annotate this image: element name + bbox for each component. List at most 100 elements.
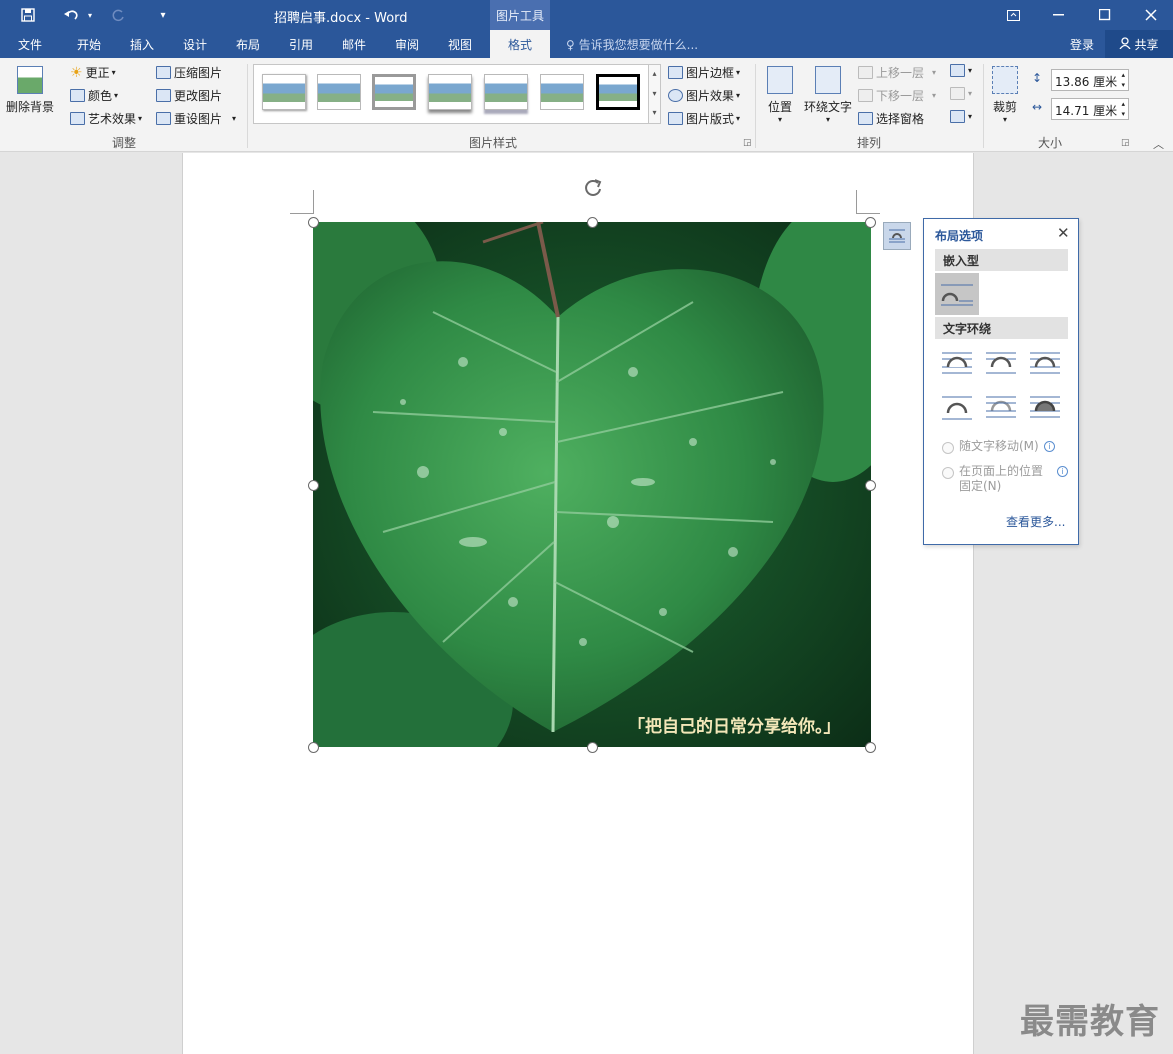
gallery-more-icon[interactable]: ▾ xyxy=(649,105,660,123)
bring-forward-button[interactable]: 上移一层 ▾ xyxy=(858,64,936,81)
rotate-handle-icon[interactable] xyxy=(582,177,604,199)
tab-mailings[interactable]: 邮件 xyxy=(330,30,378,58)
tab-view[interactable]: 视图 xyxy=(436,30,484,58)
group-label-arrange: 排列 xyxy=(857,136,882,150)
fix-position-radio[interactable] xyxy=(942,467,954,479)
artistic-effects-button[interactable]: 艺术效果 ▾ xyxy=(70,110,142,127)
undo-dropdown-icon[interactable]: ▾ xyxy=(84,0,96,30)
redo-icon[interactable] xyxy=(106,0,130,30)
undo-icon[interactable] xyxy=(58,0,84,30)
style-thumb[interactable] xyxy=(317,74,361,110)
change-picture-button[interactable]: 更改图片 xyxy=(156,87,222,104)
resize-handle-top[interactable] xyxy=(587,217,598,228)
layout-options-title: 布局选项 xyxy=(935,229,984,243)
compress-icon xyxy=(156,66,171,79)
picture-caption: 「把自己的日常分享给你。」 xyxy=(628,717,841,737)
move-with-text-label: 随文字移动(M) xyxy=(959,439,1039,453)
wrap-top-bottom-option[interactable] xyxy=(940,391,974,423)
wrap-behind-text-option[interactable] xyxy=(984,391,1018,423)
color-icon xyxy=(70,89,85,102)
resize-handle-bottom-right[interactable] xyxy=(865,742,876,753)
style-thumb[interactable] xyxy=(372,74,416,110)
picture-border-button[interactable]: 图片边框 ▾ xyxy=(668,64,740,81)
height-field[interactable]: 13.86 厘米 ▴ ▾ xyxy=(1051,69,1129,91)
person-icon xyxy=(1119,36,1132,52)
wrap-in-front-option[interactable] xyxy=(1028,391,1062,423)
resize-handle-top-left[interactable] xyxy=(308,217,319,228)
remove-background-button[interactable]: 删除背景 xyxy=(6,66,54,115)
wrap-square-option[interactable] xyxy=(940,347,974,379)
picture-styles-gallery[interactable] xyxy=(253,64,649,124)
style-thumb[interactable] xyxy=(262,74,306,110)
resize-handle-bottom-left[interactable] xyxy=(308,742,319,753)
info-icon[interactable]: i xyxy=(1057,466,1068,477)
style-thumb[interactable] xyxy=(428,74,472,110)
customize-qat-icon[interactable]: ▾ xyxy=(152,0,174,30)
tab-design[interactable]: 设计 xyxy=(171,30,219,58)
rotate-icon[interactable]: ▾ xyxy=(950,110,972,123)
selected-picture[interactable]: 「把自己的日常分享给你。」 xyxy=(313,222,871,747)
share-label: 共享 xyxy=(1134,37,1159,52)
close-icon[interactable] xyxy=(1128,0,1173,30)
resize-handle-bottom[interactable] xyxy=(587,742,598,753)
resize-handle-top-right[interactable] xyxy=(865,217,876,228)
wrap-text-button[interactable]: 环绕文字 ▾ xyxy=(804,66,852,124)
send-backward-button[interactable]: 下移一层 ▾ xyxy=(858,87,936,104)
gallery-down-icon[interactable]: ▾ xyxy=(649,85,660,105)
minimize-icon[interactable] xyxy=(1036,0,1082,30)
leaf-photo xyxy=(313,222,871,747)
tab-review[interactable]: 审阅 xyxy=(383,30,431,58)
reset-picture-icon xyxy=(156,112,171,125)
resize-handle-left[interactable] xyxy=(308,480,319,491)
move-with-text-radio[interactable] xyxy=(942,442,954,454)
tab-file[interactable]: 文件 xyxy=(8,30,52,58)
reset-picture-button[interactable]: 重设图片 ▾ xyxy=(156,110,236,127)
tell-me-box[interactable]: ♀ 告诉我您想要做什么... xyxy=(566,36,698,53)
info-icon[interactable]: i xyxy=(1044,441,1055,452)
picture-layout-button[interactable]: 图片版式 ▾ xyxy=(668,110,740,127)
maximize-icon[interactable] xyxy=(1082,0,1128,30)
save-icon[interactable] xyxy=(14,0,42,30)
tab-references[interactable]: 引用 xyxy=(277,30,325,58)
width-field[interactable]: 14.71 厘米 ▴ ▾ xyxy=(1051,98,1129,120)
group-icon[interactable]: ▾ xyxy=(950,87,972,100)
picture-effects-button[interactable]: 图片效果 ▾ xyxy=(668,87,740,104)
wrap-inline-option[interactable] xyxy=(935,273,979,315)
style-thumb[interactable] xyxy=(596,74,640,110)
ribbon-display-options-icon[interactable] xyxy=(990,0,1036,30)
wrap-through-option[interactable] xyxy=(1028,347,1062,379)
text-wrapping-section-header: 文字环绕 xyxy=(935,317,1068,339)
group-separator xyxy=(983,64,984,148)
resize-handle-right[interactable] xyxy=(865,480,876,491)
height-spinner-icon[interactable]: ▴ ▾ xyxy=(1121,70,1125,90)
dialog-launcher-icon[interactable]: ◲ xyxy=(743,138,752,148)
style-thumb[interactable] xyxy=(484,74,528,110)
color-button[interactable]: 颜色 ▾ xyxy=(70,87,118,104)
tab-home[interactable]: 开始 xyxy=(64,30,114,58)
style-thumb[interactable] xyxy=(540,74,584,110)
size-dialog-launcher-icon[interactable]: ◲ xyxy=(1121,138,1130,148)
layout-options-button[interactable] xyxy=(883,222,911,250)
align-icon[interactable]: ▾ xyxy=(950,64,972,77)
see-more-link[interactable]: 查看更多... xyxy=(1006,513,1065,530)
collapse-ribbon-icon[interactable]: ︿ xyxy=(1153,136,1164,152)
share-button[interactable]: 共享 xyxy=(1105,30,1173,58)
margin-corner-mark xyxy=(290,190,314,214)
gallery-scroll[interactable]: ▴ ▾ ▾ xyxy=(648,64,661,124)
left-margin-area xyxy=(0,153,183,1054)
tab-layout[interactable]: 布局 xyxy=(224,30,272,58)
close-panel-icon[interactable]: ✕ xyxy=(1057,224,1070,242)
crop-button[interactable]: 裁剪 ▾ xyxy=(992,66,1018,124)
compress-pictures-button[interactable]: 压缩图片 xyxy=(156,64,222,81)
login-link[interactable]: 登录 xyxy=(1070,36,1094,53)
corrections-button[interactable]: ☀ 更正 ▾ xyxy=(70,64,116,81)
tab-format[interactable]: 格式 xyxy=(490,30,550,58)
bring-forward-icon xyxy=(858,66,873,79)
wrap-text-icon xyxy=(815,66,841,94)
position-button[interactable]: 位置 ▾ xyxy=(767,66,793,124)
width-spinner-icon[interactable]: ▴ ▾ xyxy=(1121,99,1125,119)
selection-pane-button[interactable]: 选择窗格 xyxy=(858,110,924,127)
wrap-tight-option[interactable] xyxy=(984,347,1018,379)
tab-insert[interactable]: 插入 xyxy=(118,30,166,58)
gallery-up-icon[interactable]: ▴ xyxy=(649,65,660,85)
